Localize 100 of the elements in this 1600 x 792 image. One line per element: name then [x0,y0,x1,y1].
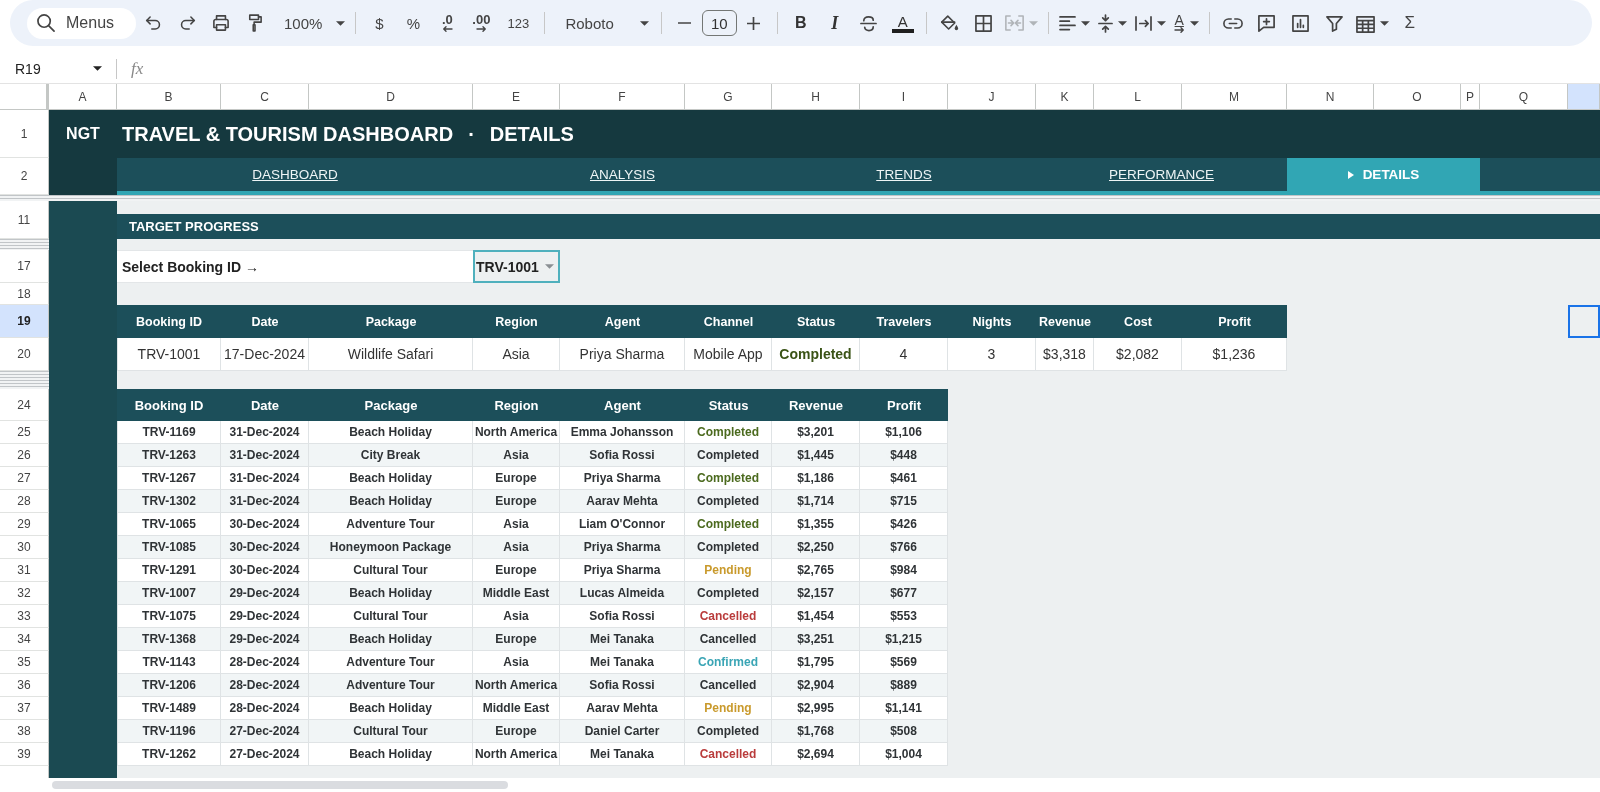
text-rotation-button[interactable]: A [1173,13,1185,33]
table-cell: $2,250 [772,536,860,559]
column-header[interactable]: L [1094,84,1182,110]
column-header[interactable]: Q [1480,84,1568,110]
add-comment-icon[interactable] [1257,13,1277,33]
redo-icon[interactable] [178,16,196,30]
paint-roller-icon[interactable] [248,14,262,32]
table-cell: Cultural Tour [309,720,473,743]
column-header[interactable]: D [309,84,473,110]
status-label: Completed [772,338,860,371]
number-format-button[interactable]: 123 [507,15,530,31]
nav-tab[interactable]: TRENDS [772,158,1036,191]
increase-decimal-button[interactable]: .00 [472,14,491,32]
table-cell: 31-Dec-2024 [221,421,309,444]
caret-icon[interactable] [1117,20,1127,26]
column-header[interactable]: F [560,84,685,110]
caret-icon[interactable] [1379,20,1389,26]
vertical-align-icon[interactable] [1097,13,1113,33]
caret-icon[interactable] [93,66,102,71]
column-header[interactable]: H [772,84,860,110]
column-heading: Revenue [772,389,860,421]
status-label: Pending [685,559,772,582]
column-header[interactable]: P [1461,84,1480,110]
table-cell: $2,082 [1094,338,1182,371]
selected-cell[interactable] [1568,305,1600,338]
status-label: Cancelled [685,743,772,766]
table-cell: 29-Dec-2024 [221,582,309,605]
table-cell: 28-Dec-2024 [221,651,309,674]
percent-format-button[interactable]: % [406,14,421,32]
table-cell: $1,795 [772,651,860,674]
table-cell: Adventure Tour [309,674,473,697]
column-heading: Region [473,389,560,421]
table-cell: Lucas Almeida [560,582,685,605]
column-header[interactable]: C [221,84,309,110]
bold-button[interactable]: B [794,14,807,32]
column-header[interactable]: N [1287,84,1374,110]
functions-button[interactable]: Σ [1404,13,1415,33]
column-heading: Cost [1094,305,1182,338]
column-heading: Revenue [1036,305,1094,338]
font-size-field[interactable]: 10 [701,10,737,36]
align-left-icon[interactable] [1058,15,1076,31]
nav-tab[interactable]: DASHBOARD [117,158,473,191]
caret-icon[interactable] [336,20,346,26]
table-cell: TRV-1196 [117,720,221,743]
search-menus-field[interactable]: Menus [27,7,136,39]
decrease-decimal-button[interactable]: .0 [441,14,453,32]
caret-icon[interactable] [1080,20,1090,26]
text-color-button[interactable]: A [891,13,914,33]
strikethrough-icon[interactable] [860,14,878,32]
text-wrap-icon[interactable] [1134,15,1152,31]
arrow-icon [475,26,487,32]
undo-icon[interactable] [144,16,162,30]
horizontal-scrollbar[interactable] [52,781,508,789]
table-icon[interactable] [1355,13,1375,33]
hidden-rows-marker[interactable] [0,371,49,389]
caret-icon[interactable] [1189,20,1199,26]
table-cell: Cultural Tour [309,605,473,628]
currency-format-button[interactable]: $ [375,14,384,32]
font-select[interactable]: Roboto [565,14,649,32]
column-header[interactable]: A [49,84,117,110]
filter-icon[interactable] [1326,14,1344,32]
table-cell: $3,318 [1036,338,1094,371]
column-header[interactable]: K [1036,84,1094,110]
row-header[interactable]: 19 [0,305,49,338]
table-cell: $2,904 [772,674,860,697]
search-icon[interactable] [37,14,55,32]
minus-icon[interactable] [678,22,692,24]
column-header[interactable]: G [685,84,772,110]
italic-button[interactable]: I [831,12,839,34]
hidden-rows-marker[interactable] [0,239,49,250]
borders-icon[interactable] [975,14,993,32]
column-header[interactable]: M [1182,84,1287,110]
table-cell: 29-Dec-2024 [221,628,309,651]
plus-icon[interactable] [747,16,761,30]
nav-tab[interactable]: ANALYSIS [473,158,772,191]
column-header[interactable]: B [117,84,221,110]
column-header[interactable]: O [1374,84,1461,110]
table-cell: Middle East [473,697,560,720]
table-cell: Asia [473,651,560,674]
nav-tab[interactable]: PERFORMANCE [1036,158,1287,191]
caret-icon[interactable] [1156,20,1166,26]
caret-icon[interactable] [639,20,649,26]
booking-id-dropdown[interactable]: TRV-1001 [473,250,560,283]
table-cell: Asia [473,536,560,559]
print-icon[interactable] [212,15,230,31]
table-cell: 30-Dec-2024 [221,536,309,559]
chart-icon[interactable] [1292,14,1310,32]
table-cell: Europe [473,628,560,651]
column-header[interactable]: I [860,84,948,110]
table-cell: 27-Dec-2024 [221,720,309,743]
table-cell: $569 [860,651,948,674]
table-cell: City Break [309,444,473,467]
column-header[interactable]: J [948,84,1036,110]
zoom-select[interactable]: 100% [284,14,346,32]
column-header[interactable]: E [473,84,560,110]
name-box-field[interactable]: R19 [10,56,110,81]
link-icon[interactable] [1222,17,1243,29]
paint-bucket-icon[interactable] [940,14,960,32]
table-cell: $2,995 [772,697,860,720]
table-cell: $1,355 [772,513,860,536]
